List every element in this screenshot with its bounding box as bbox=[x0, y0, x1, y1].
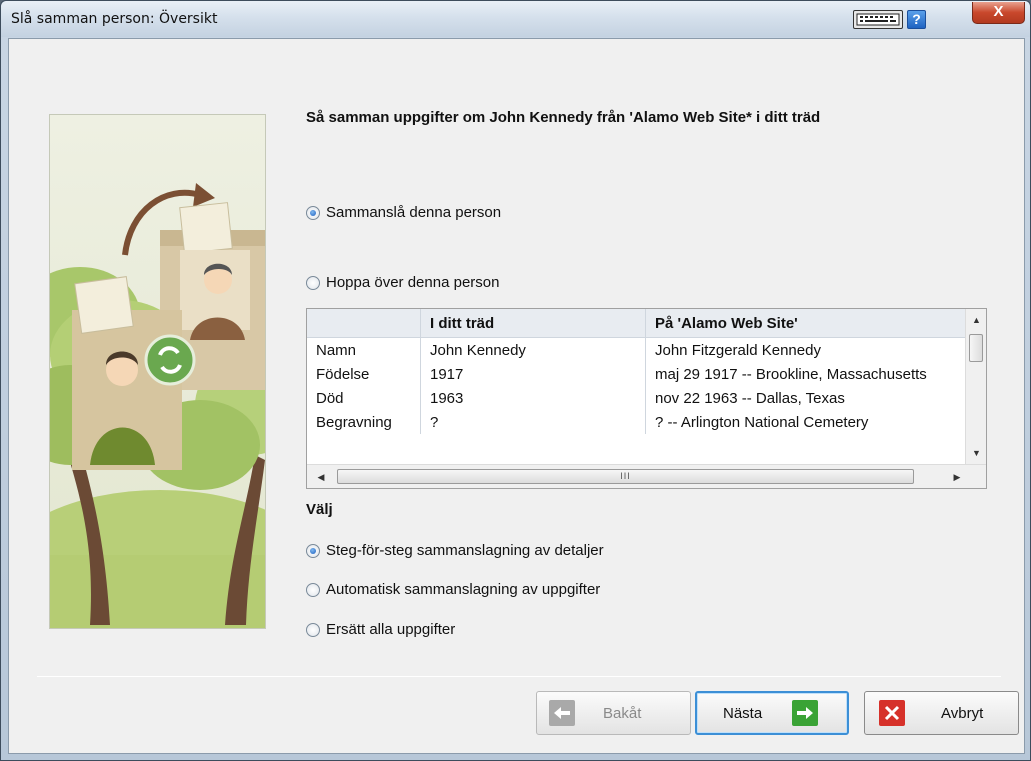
cancel-label: Avbryt bbox=[941, 704, 984, 722]
help-button[interactable]: ? bbox=[907, 10, 926, 29]
table-header-row: I ditt träd På 'Alamo Web Site' bbox=[307, 309, 965, 338]
skip-person-label: Hoppa över denna person bbox=[326, 274, 500, 291]
scroll-down-icon[interactable]: ▼ bbox=[966, 444, 986, 462]
row-label: Födelse bbox=[307, 362, 421, 386]
skip-person-radio[interactable] bbox=[306, 275, 320, 290]
scroll-right-icon[interactable]: ▶ bbox=[947, 465, 967, 488]
horizontal-scrollbar[interactable]: ◀ III ▶ bbox=[307, 464, 986, 488]
column-header-your-tree[interactable]: I ditt träd bbox=[421, 309, 646, 337]
merge-person-radio[interactable] bbox=[306, 205, 320, 220]
row-label: Död bbox=[307, 386, 421, 410]
stepwise-merge-label: Steg-för-steg sammanslagning av detaljer bbox=[326, 542, 604, 559]
your-tree-value: John Kennedy bbox=[421, 338, 646, 362]
your-tree-value: 1963 bbox=[421, 386, 646, 410]
merge-person-option[interactable]: Sammanslå denna person bbox=[306, 204, 501, 221]
column-header-site[interactable]: På 'Alamo Web Site' bbox=[646, 309, 965, 337]
column-header-field[interactable] bbox=[307, 309, 421, 337]
comparison-table[interactable]: I ditt träd På 'Alamo Web Site' Namn Joh… bbox=[306, 308, 987, 489]
dialog-body: Så samman uppgifter om John Kennedy från… bbox=[8, 38, 1025, 754]
scroll-left-icon[interactable]: ◀ bbox=[311, 465, 331, 488]
replace-all-label: Ersätt alla uppgifter bbox=[326, 621, 456, 638]
horizontal-scroll-thumb[interactable]: III bbox=[337, 469, 914, 484]
window-title: Slå samman person: Översikt bbox=[11, 11, 218, 27]
close-button[interactable]: X bbox=[972, 2, 1025, 24]
merge-person-label: Sammanslå denna person bbox=[326, 204, 502, 221]
auto-merge-label: Automatisk sammanslagning av uppgifter bbox=[326, 581, 601, 598]
table-row[interactable]: Begravning ? ? -- Arlington National Cem… bbox=[307, 410, 965, 434]
vertical-scrollbar[interactable]: ▲ ▼ bbox=[965, 309, 986, 464]
next-label: Nästa bbox=[723, 704, 763, 722]
site-value: maj 29 1917 -- Brookline, Massachusetts bbox=[655, 365, 927, 383]
stepwise-merge-radio[interactable] bbox=[306, 543, 320, 558]
replace-all-radio[interactable] bbox=[306, 622, 320, 637]
cancel-button[interactable]: Avbryt bbox=[864, 691, 1019, 735]
choose-label: Välj bbox=[306, 501, 333, 518]
close-x-icon bbox=[879, 700, 905, 726]
merge-illustration bbox=[49, 114, 266, 629]
skip-person-option[interactable]: Hoppa över denna person bbox=[306, 274, 499, 291]
table-row[interactable]: Död 1963 nov 22 1963 -- Dallas, Texas bbox=[307, 386, 965, 410]
next-button[interactable]: Nästa bbox=[695, 691, 849, 735]
your-tree-value: ? bbox=[421, 410, 646, 434]
scroll-up-icon[interactable]: ▲ bbox=[966, 311, 986, 329]
merge-person-dialog: Slå samman person: Översikt ? X Så samma… bbox=[0, 0, 1031, 761]
replace-all-option[interactable]: Ersätt alla uppgifter bbox=[306, 621, 455, 638]
stepwise-merge-option[interactable]: Steg-för-steg sammanslagning av detaljer bbox=[306, 542, 604, 559]
keyboard-icon[interactable] bbox=[853, 10, 903, 29]
table-row[interactable]: Namn John Kennedy John Fitzgerald Kenned… bbox=[307, 338, 965, 362]
auto-merge-option[interactable]: Automatisk sammanslagning av uppgifter bbox=[306, 581, 600, 598]
arrow-left-icon bbox=[549, 700, 575, 726]
table-row[interactable]: Födelse 1917 maj 29 1917 -- Brookline, M… bbox=[307, 362, 965, 386]
title-bar: Slå samman person: Översikt ? X bbox=[1, 1, 1030, 37]
site-value: nov 22 1963 -- Dallas, Texas bbox=[655, 389, 845, 407]
footer-divider bbox=[37, 676, 1001, 677]
your-tree-value: 1917 bbox=[421, 362, 646, 386]
row-label: Begravning bbox=[307, 410, 421, 434]
back-label: Bakåt bbox=[603, 704, 642, 722]
site-value: ? -- Arlington National Cemetery bbox=[655, 413, 869, 431]
back-button[interactable]: Bakåt bbox=[536, 691, 691, 735]
auto-merge-radio[interactable] bbox=[306, 582, 320, 597]
comparison-grid: I ditt träd På 'Alamo Web Site' Namn Joh… bbox=[307, 309, 965, 434]
page-heading: Så samman uppgifter om John Kennedy från… bbox=[306, 109, 821, 126]
site-value: John Fitzgerald Kennedy bbox=[655, 341, 821, 359]
vertical-scroll-thumb[interactable] bbox=[969, 334, 983, 362]
arrow-right-icon bbox=[792, 700, 819, 726]
row-label: Namn bbox=[307, 338, 421, 362]
